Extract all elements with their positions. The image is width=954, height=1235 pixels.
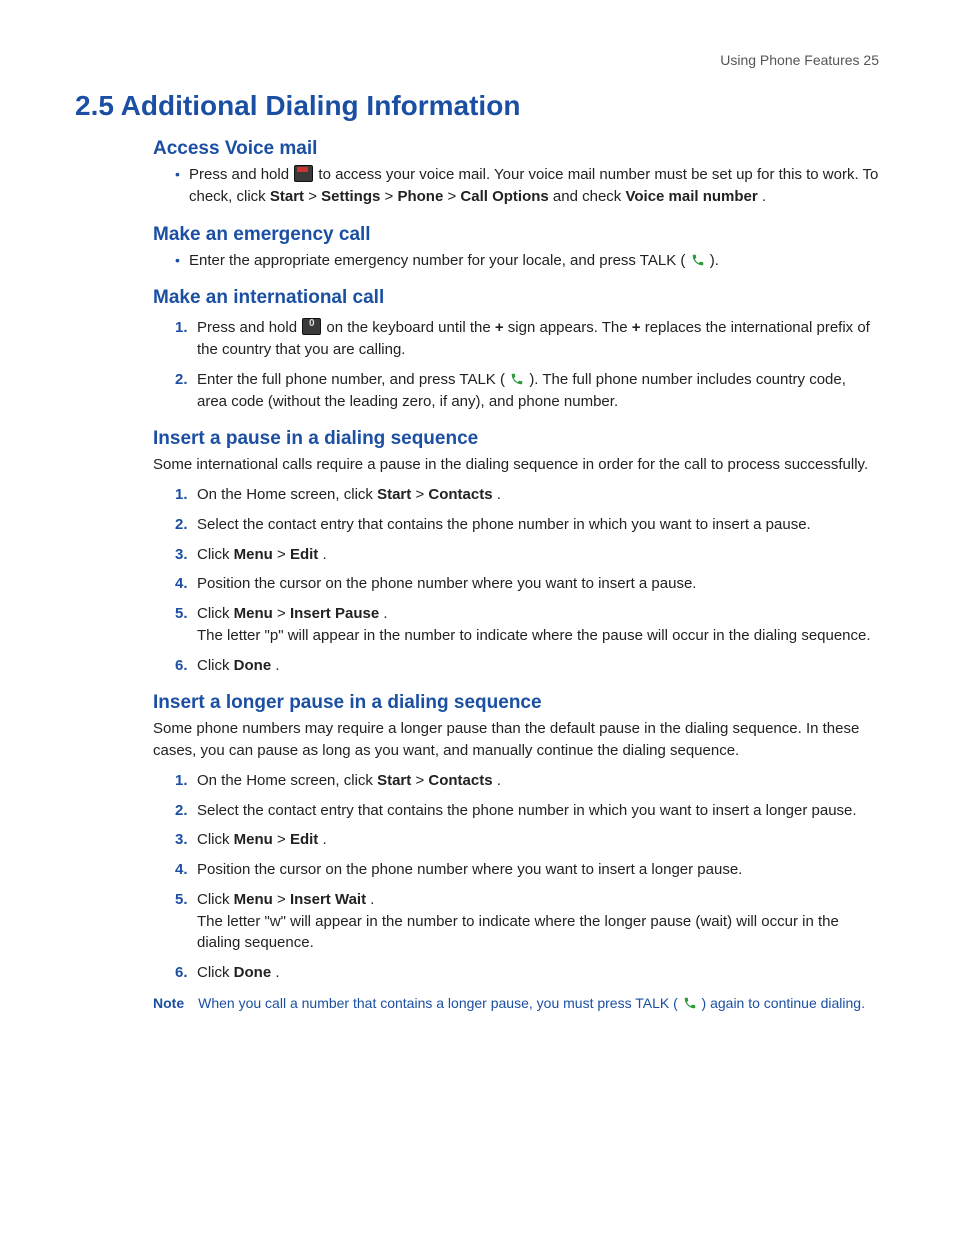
body-text: ) again to continue dialing. — [702, 995, 865, 1011]
body-text: Press and hold — [189, 166, 293, 183]
body-text: Enter the appropriate emergency number f… — [189, 252, 690, 269]
voicemail-key-icon — [294, 165, 313, 182]
list-item: Select the contact entry that contains t… — [175, 514, 879, 536]
document-page: Using Phone Features 25 2.5 Additional D… — [0, 0, 954, 1073]
list-item: Click Menu > Edit . — [175, 829, 879, 851]
body-text: When you call a number that contains a l… — [198, 995, 682, 1011]
bold-text: Contacts — [428, 486, 492, 503]
body-text: On the Home screen, click — [197, 486, 377, 503]
bold-text: Menu — [234, 546, 273, 563]
heading-longer-pause: Insert a longer pause in a dialing seque… — [75, 692, 879, 714]
bold-text: Settings — [321, 188, 380, 205]
page-title: 2.5 Additional Dialing Information — [75, 90, 879, 122]
list-item: Position the cursor on the phone number … — [175, 573, 879, 595]
body-text: and check — [553, 188, 626, 205]
heading-emergency: Make an emergency call — [75, 224, 879, 246]
bold-text: + — [632, 319, 641, 336]
list-item: Click Menu > Edit . — [175, 544, 879, 566]
body-text: Click — [197, 546, 234, 563]
longer-pause-steps: On the Home screen, click Start > Contac… — [75, 770, 879, 984]
list-item: Press and hold on the keyboard until the… — [175, 317, 879, 361]
body-text: . — [275, 964, 279, 981]
body-text: > — [447, 188, 460, 205]
bold-text: Contacts — [428, 772, 492, 789]
body-text: Click — [197, 964, 234, 981]
list-item: Enter the full phone number, and press T… — [175, 369, 879, 413]
heading-pause: Insert a pause in a dialing sequence — [75, 428, 879, 450]
body-text: . — [370, 891, 374, 908]
body-text: . — [497, 486, 501, 503]
body-text: > — [277, 831, 290, 848]
list-item: On the Home screen, click Start > Contac… — [175, 484, 879, 506]
body-text: > — [277, 891, 290, 908]
talk-icon — [691, 253, 705, 267]
intro-text: Some phone numbers may require a longer … — [75, 718, 879, 762]
bold-text: + — [495, 319, 504, 336]
list-item: Enter the appropriate emergency number f… — [175, 250, 879, 272]
list-item: Click Menu > Insert Pause . The letter "… — [175, 603, 879, 647]
bold-text: Menu — [234, 891, 273, 908]
bold-text: Start — [377, 772, 411, 789]
bold-text: Start — [270, 188, 304, 205]
heading-voicemail: Access Voice mail — [75, 138, 879, 160]
emergency-list: Enter the appropriate emergency number f… — [75, 250, 879, 272]
list-item: Select the contact entry that contains t… — [175, 800, 879, 822]
bold-text: Call Options — [460, 188, 548, 205]
bold-text: Insert Wait — [290, 891, 366, 908]
list-item: On the Home screen, click Start > Contac… — [175, 770, 879, 792]
body-text: > — [277, 605, 290, 622]
list-item: Click Menu > Insert Wait . The letter "w… — [175, 889, 879, 954]
bold-text: Menu — [234, 831, 273, 848]
bold-text: Edit — [290, 831, 318, 848]
body-text: The letter "w" will appear in the number… — [197, 913, 839, 952]
international-steps: Press and hold on the keyboard until the… — [75, 317, 879, 412]
body-text: . — [497, 772, 501, 789]
list-item: Click Done . — [175, 655, 879, 677]
body-text: Enter the full phone number, and press T… — [197, 371, 509, 388]
body-text: Click — [197, 891, 234, 908]
intro-text: Some international calls require a pause… — [75, 454, 879, 476]
bold-text: Edit — [290, 546, 318, 563]
body-text: Click — [197, 831, 234, 848]
list-item: Position the cursor on the phone number … — [175, 859, 879, 881]
bold-text: Done — [234, 657, 272, 674]
zero-key-icon — [302, 318, 321, 335]
running-header: Using Phone Features 25 — [75, 52, 879, 68]
body-text: . — [762, 188, 766, 205]
body-text: Click — [197, 657, 234, 674]
body-text: on the keyboard until the — [326, 319, 494, 336]
talk-icon — [510, 372, 524, 386]
bold-text: Voice mail number — [625, 188, 757, 205]
body-text: Click — [197, 605, 234, 622]
body-text: On the Home screen, click — [197, 772, 377, 789]
body-text: > — [385, 188, 398, 205]
pause-steps: On the Home screen, click Start > Contac… — [75, 484, 879, 676]
voicemail-list: Press and hold to access your voice mail… — [75, 164, 879, 208]
body-text: > — [415, 486, 428, 503]
body-text: > — [277, 546, 290, 563]
heading-international: Make an international call — [75, 287, 879, 309]
bold-text: Phone — [397, 188, 443, 205]
body-text: > — [415, 772, 428, 789]
list-item: Press and hold to access your voice mail… — [175, 164, 879, 208]
body-text: Press and hold — [197, 319, 301, 336]
body-text: . — [275, 657, 279, 674]
note-label: Note — [153, 994, 184, 1014]
body-text: . — [322, 546, 326, 563]
bold-text: Done — [234, 964, 272, 981]
list-item: Click Done . — [175, 962, 879, 984]
body-text: > — [308, 188, 321, 205]
body-text: . — [383, 605, 387, 622]
bold-text: Menu — [234, 605, 273, 622]
body-text: sign appears. The — [508, 319, 632, 336]
bold-text: Insert Pause — [290, 605, 379, 622]
body-text: ). — [710, 252, 719, 269]
body-text: The letter "p" will appear in the number… — [197, 627, 871, 644]
note-text: When you call a number that contains a l… — [198, 994, 879, 1014]
note-block: Note When you call a number that contain… — [75, 994, 879, 1014]
bold-text: Start — [377, 486, 411, 503]
talk-icon — [683, 996, 697, 1010]
body-text: . — [322, 831, 326, 848]
